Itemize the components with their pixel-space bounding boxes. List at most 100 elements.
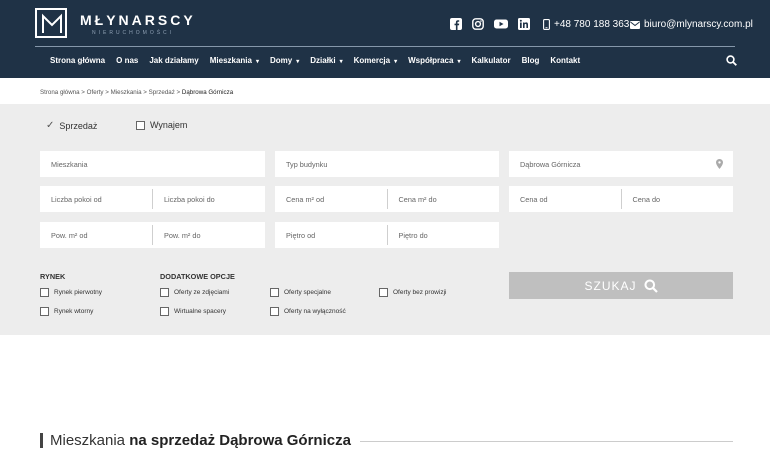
checkbox-special-offers[interactable]: Oferty specjalne — [270, 288, 331, 297]
area-to-input[interactable]: Pow. m² do — [153, 222, 265, 248]
phone-number: +48 780 188 363 — [554, 19, 630, 30]
floor-from-input[interactable]: Piętro od — [275, 222, 387, 248]
checkbox-no-commission[interactable]: Oferty bez prowizji — [379, 288, 446, 297]
checkbox-icon — [379, 288, 388, 297]
section-title-bold: na sprzedaż Dąbrowa Górnicza — [129, 432, 351, 449]
checkbox-virtual-tours[interactable]: Wirtualne spacery — [160, 307, 226, 316]
caret-down-icon: ▾ — [339, 59, 343, 65]
checkbox-label: Oferty bez prowizji — [393, 289, 447, 296]
area-from-input[interactable]: Pow. m² od — [40, 222, 152, 248]
logo-icon — [42, 13, 62, 33]
checkbox-icon — [160, 307, 169, 316]
nav-item-commercial[interactable]: Komercja ▾ — [354, 56, 397, 65]
search-submit-button[interactable]: SZUKAJ — [509, 272, 733, 299]
location-field[interactable]: Dąbrowa Górnicza — [509, 151, 733, 177]
checkbox-label: Rynek pierwotny — [54, 289, 103, 296]
checkbox-icon — [270, 307, 279, 316]
price-to-input[interactable]: Cena do — [622, 186, 734, 212]
option-rent[interactable]: Wynajem — [136, 120, 187, 130]
building-type-select[interactable]: Typ budynku — [275, 151, 499, 177]
property-type-select[interactable]: Mieszkania — [40, 151, 265, 177]
checkbox-icon — [136, 120, 145, 130]
breadcrumb-item[interactable]: Mieszkania — [111, 89, 142, 96]
linkedin-icon[interactable] — [518, 18, 530, 30]
social-links — [450, 18, 530, 30]
checkbox-label: Wirtualne spacery — [174, 308, 227, 315]
floor-range: Piętro od Piętro do — [275, 222, 499, 248]
youtube-icon[interactable] — [494, 18, 508, 30]
section-divider — [360, 441, 733, 442]
checkbox-market-primary[interactable]: Rynek pierwotny — [40, 288, 102, 297]
caret-down-icon: ▾ — [296, 59, 300, 65]
checkbox-with-photos[interactable]: Oferty ze zdjęciami — [160, 288, 229, 297]
phone-icon — [543, 19, 550, 30]
nav-item-calculator[interactable]: Kalkulator — [471, 56, 510, 65]
search-button-label: SZUKAJ — [584, 278, 637, 293]
section-accent-bar — [40, 433, 43, 448]
rooms-from-input[interactable]: Liczba pokoi od — [40, 186, 152, 212]
checkbox-label: Rynek wtorny — [54, 308, 94, 315]
checkbox-icon — [40, 307, 49, 316]
option-sale-label: Sprzedaż — [59, 120, 98, 131]
nav-item-home[interactable]: Strona główna — [50, 56, 105, 65]
option-sale[interactable]: ✓ Sprzedaż — [46, 120, 97, 131]
main-nav: Strona główna O nas Jak działamy Mieszka… — [50, 56, 580, 65]
price-from-input[interactable]: Cena od — [509, 186, 621, 212]
facebook-icon[interactable] — [450, 18, 462, 30]
nav-item-blog[interactable]: Blog — [522, 56, 540, 65]
envelope-icon — [630, 20, 640, 29]
price-m2-from-input[interactable]: Cena m² od — [275, 186, 387, 212]
checkbox-label: Oferty specjalne — [284, 289, 331, 296]
price-m2-to-input[interactable]: Cena m² do — [388, 186, 500, 212]
breadcrumb-item[interactable]: Oferty — [87, 89, 104, 96]
price-range: Cena od Cena do — [509, 186, 733, 212]
brand-subtitle: NIERUCHOMOŚCI — [92, 30, 175, 36]
check-icon: ✓ — [46, 120, 55, 131]
email-link[interactable]: biuro@mlynarscy.com.pl — [630, 19, 753, 30]
checkbox-icon — [160, 288, 169, 297]
nav-item-cooperation[interactable]: Współpraca ▾ — [408, 56, 460, 65]
nav-item-label: Domy — [270, 56, 293, 65]
area-range: Pow. m² od Pow. m² do — [40, 222, 265, 248]
nav-item-apartments[interactable]: Mieszkania ▾ — [210, 56, 259, 65]
caret-down-icon: ▾ — [457, 59, 461, 65]
option-rent-label: Wynajem — [150, 120, 188, 130]
nav-item-plots[interactable]: Działki ▾ — [310, 56, 342, 65]
nav-item-contact[interactable]: Kontakt — [550, 56, 580, 65]
breadcrumb-current: Dąbrowa Górnicza — [181, 89, 234, 96]
phone-link[interactable]: +48 780 188 363 — [543, 19, 629, 30]
breadcrumb-item[interactable]: Strona główna — [40, 89, 80, 96]
checkbox-label: Oferty na wyłączność — [284, 308, 346, 315]
brand-logo[interactable] — [35, 8, 67, 38]
nav-item-about[interactable]: O nas — [116, 56, 138, 65]
nav-item-label: Komercja — [353, 56, 391, 65]
breadcrumb: Strona główna > Oferty > Mieszkania > Sp… — [40, 89, 233, 96]
floor-to-input[interactable]: Piętro do — [388, 222, 500, 248]
checkbox-icon — [270, 288, 279, 297]
nav-item-houses[interactable]: Domy ▾ — [270, 56, 299, 65]
search-form-panel — [0, 104, 770, 335]
instagram-icon[interactable] — [472, 18, 484, 30]
nav-item-label: Współpraca — [408, 56, 454, 65]
nav-item-how-we-work[interactable]: Jak działamy — [149, 56, 198, 65]
rooms-range: Liczba pokoi od Liczba pokoi do — [40, 186, 265, 212]
location-value: Dąbrowa Górnicza — [520, 159, 581, 169]
email-address: biuro@mlynarscy.com.pl — [644, 19, 753, 30]
price-m2-range: Cena m² od Cena m² do — [275, 186, 499, 212]
breadcrumb-item[interactable]: Sprzedaż — [149, 89, 175, 96]
checkbox-exclusive-offers[interactable]: Oferty na wyłączność — [270, 307, 346, 316]
header-divider — [35, 46, 735, 47]
nav-item-label: Mieszkania — [209, 56, 252, 65]
nav-item-label: Działki — [310, 56, 336, 65]
checkbox-label: Oferty ze zdjęciami — [174, 289, 230, 296]
breadcrumb-separator: > — [143, 89, 147, 96]
map-pin-icon — [716, 159, 723, 169]
brand-name[interactable]: MŁYNARSCY — [80, 12, 196, 28]
rooms-to-input[interactable]: Liczba pokoi do — [153, 186, 265, 212]
checkbox-market-secondary[interactable]: Rynek wtorny — [40, 307, 93, 316]
extra-options-title: DODATKOWE OPCJE — [160, 272, 235, 281]
section-title: Mieszkania na sprzedaż Dąbrowa Górnicza — [50, 432, 351, 449]
market-title: RYNEK — [40, 272, 66, 281]
search-icon[interactable] — [726, 55, 737, 66]
site-header: MŁYNARSCY NIERUCHOMOŚCI +48 780 188 363 — [0, 0, 770, 78]
